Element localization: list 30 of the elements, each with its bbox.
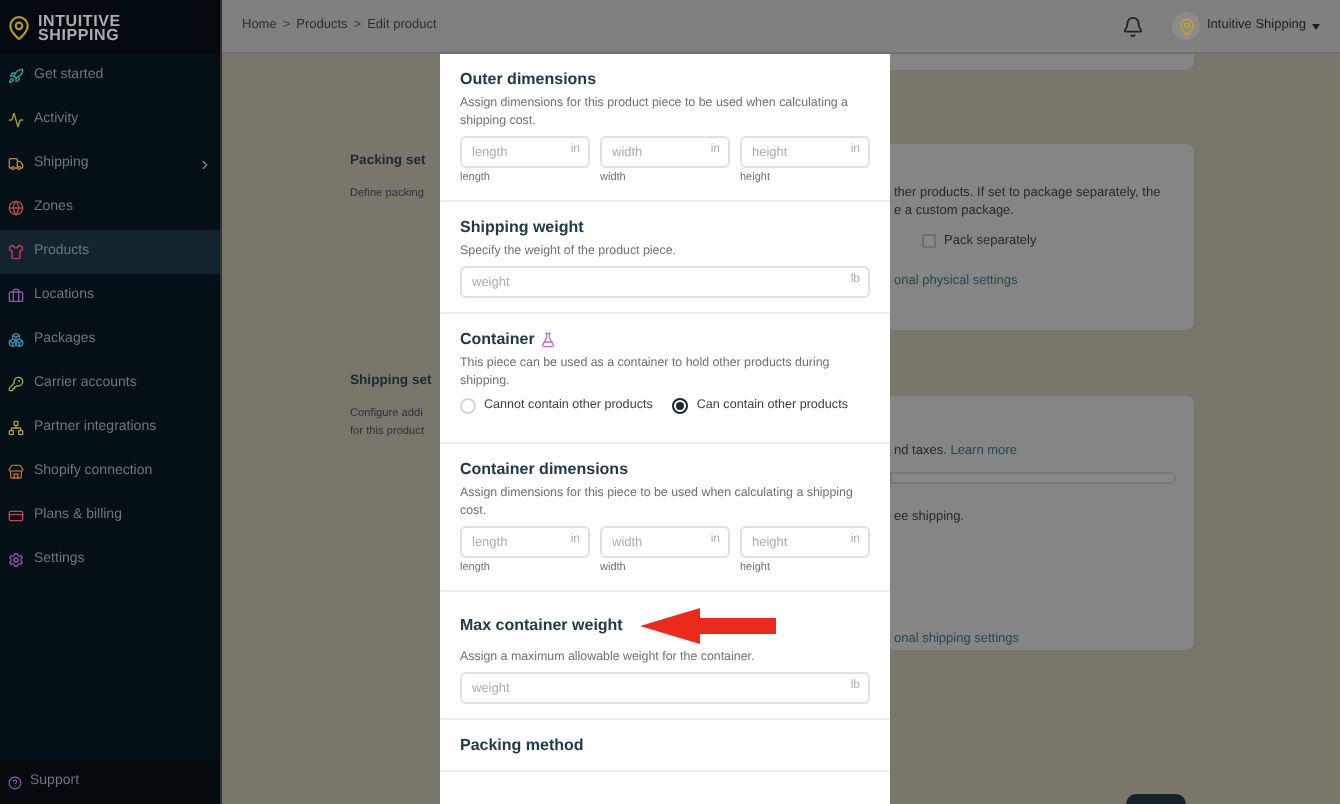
section-title: Outer dimensions (460, 70, 597, 90)
section-title: Shipping weight (460, 217, 584, 237)
boxes-icon (8, 332, 24, 348)
shirt-icon (8, 244, 24, 260)
section-title: Container dimensions (460, 460, 629, 481)
briefcase-icon (8, 288, 24, 304)
credit-card-icon (8, 508, 24, 524)
network-icon (8, 420, 24, 436)
bell-icon[interactable] (1122, 15, 1145, 37)
settings-icon (8, 552, 24, 568)
help-icon (8, 775, 22, 789)
flask-icon (540, 332, 557, 348)
section-title: Packing method (460, 736, 584, 757)
store-icon (8, 464, 24, 480)
section-title: Container (460, 330, 535, 350)
globe-icon (8, 200, 24, 216)
input-field[interactable] (890, 471, 1176, 483)
key-icon (8, 376, 24, 392)
truck-icon (8, 156, 24, 172)
radio-button[interactable] (672, 397, 689, 414)
activity-icon (8, 112, 24, 128)
rocket-icon (8, 68, 24, 84)
section-title: Max container weight (460, 615, 623, 636)
pin-icon (1177, 17, 1196, 35)
caret-icon (1312, 23, 1320, 29)
checkbox[interactable] (922, 234, 936, 249)
logo-text: INTUITIVE (38, 13, 121, 27)
logo-pin-icon (6, 11, 32, 43)
save-button[interactable] (1126, 794, 1186, 804)
logo-text: SHIPPING (38, 27, 121, 41)
